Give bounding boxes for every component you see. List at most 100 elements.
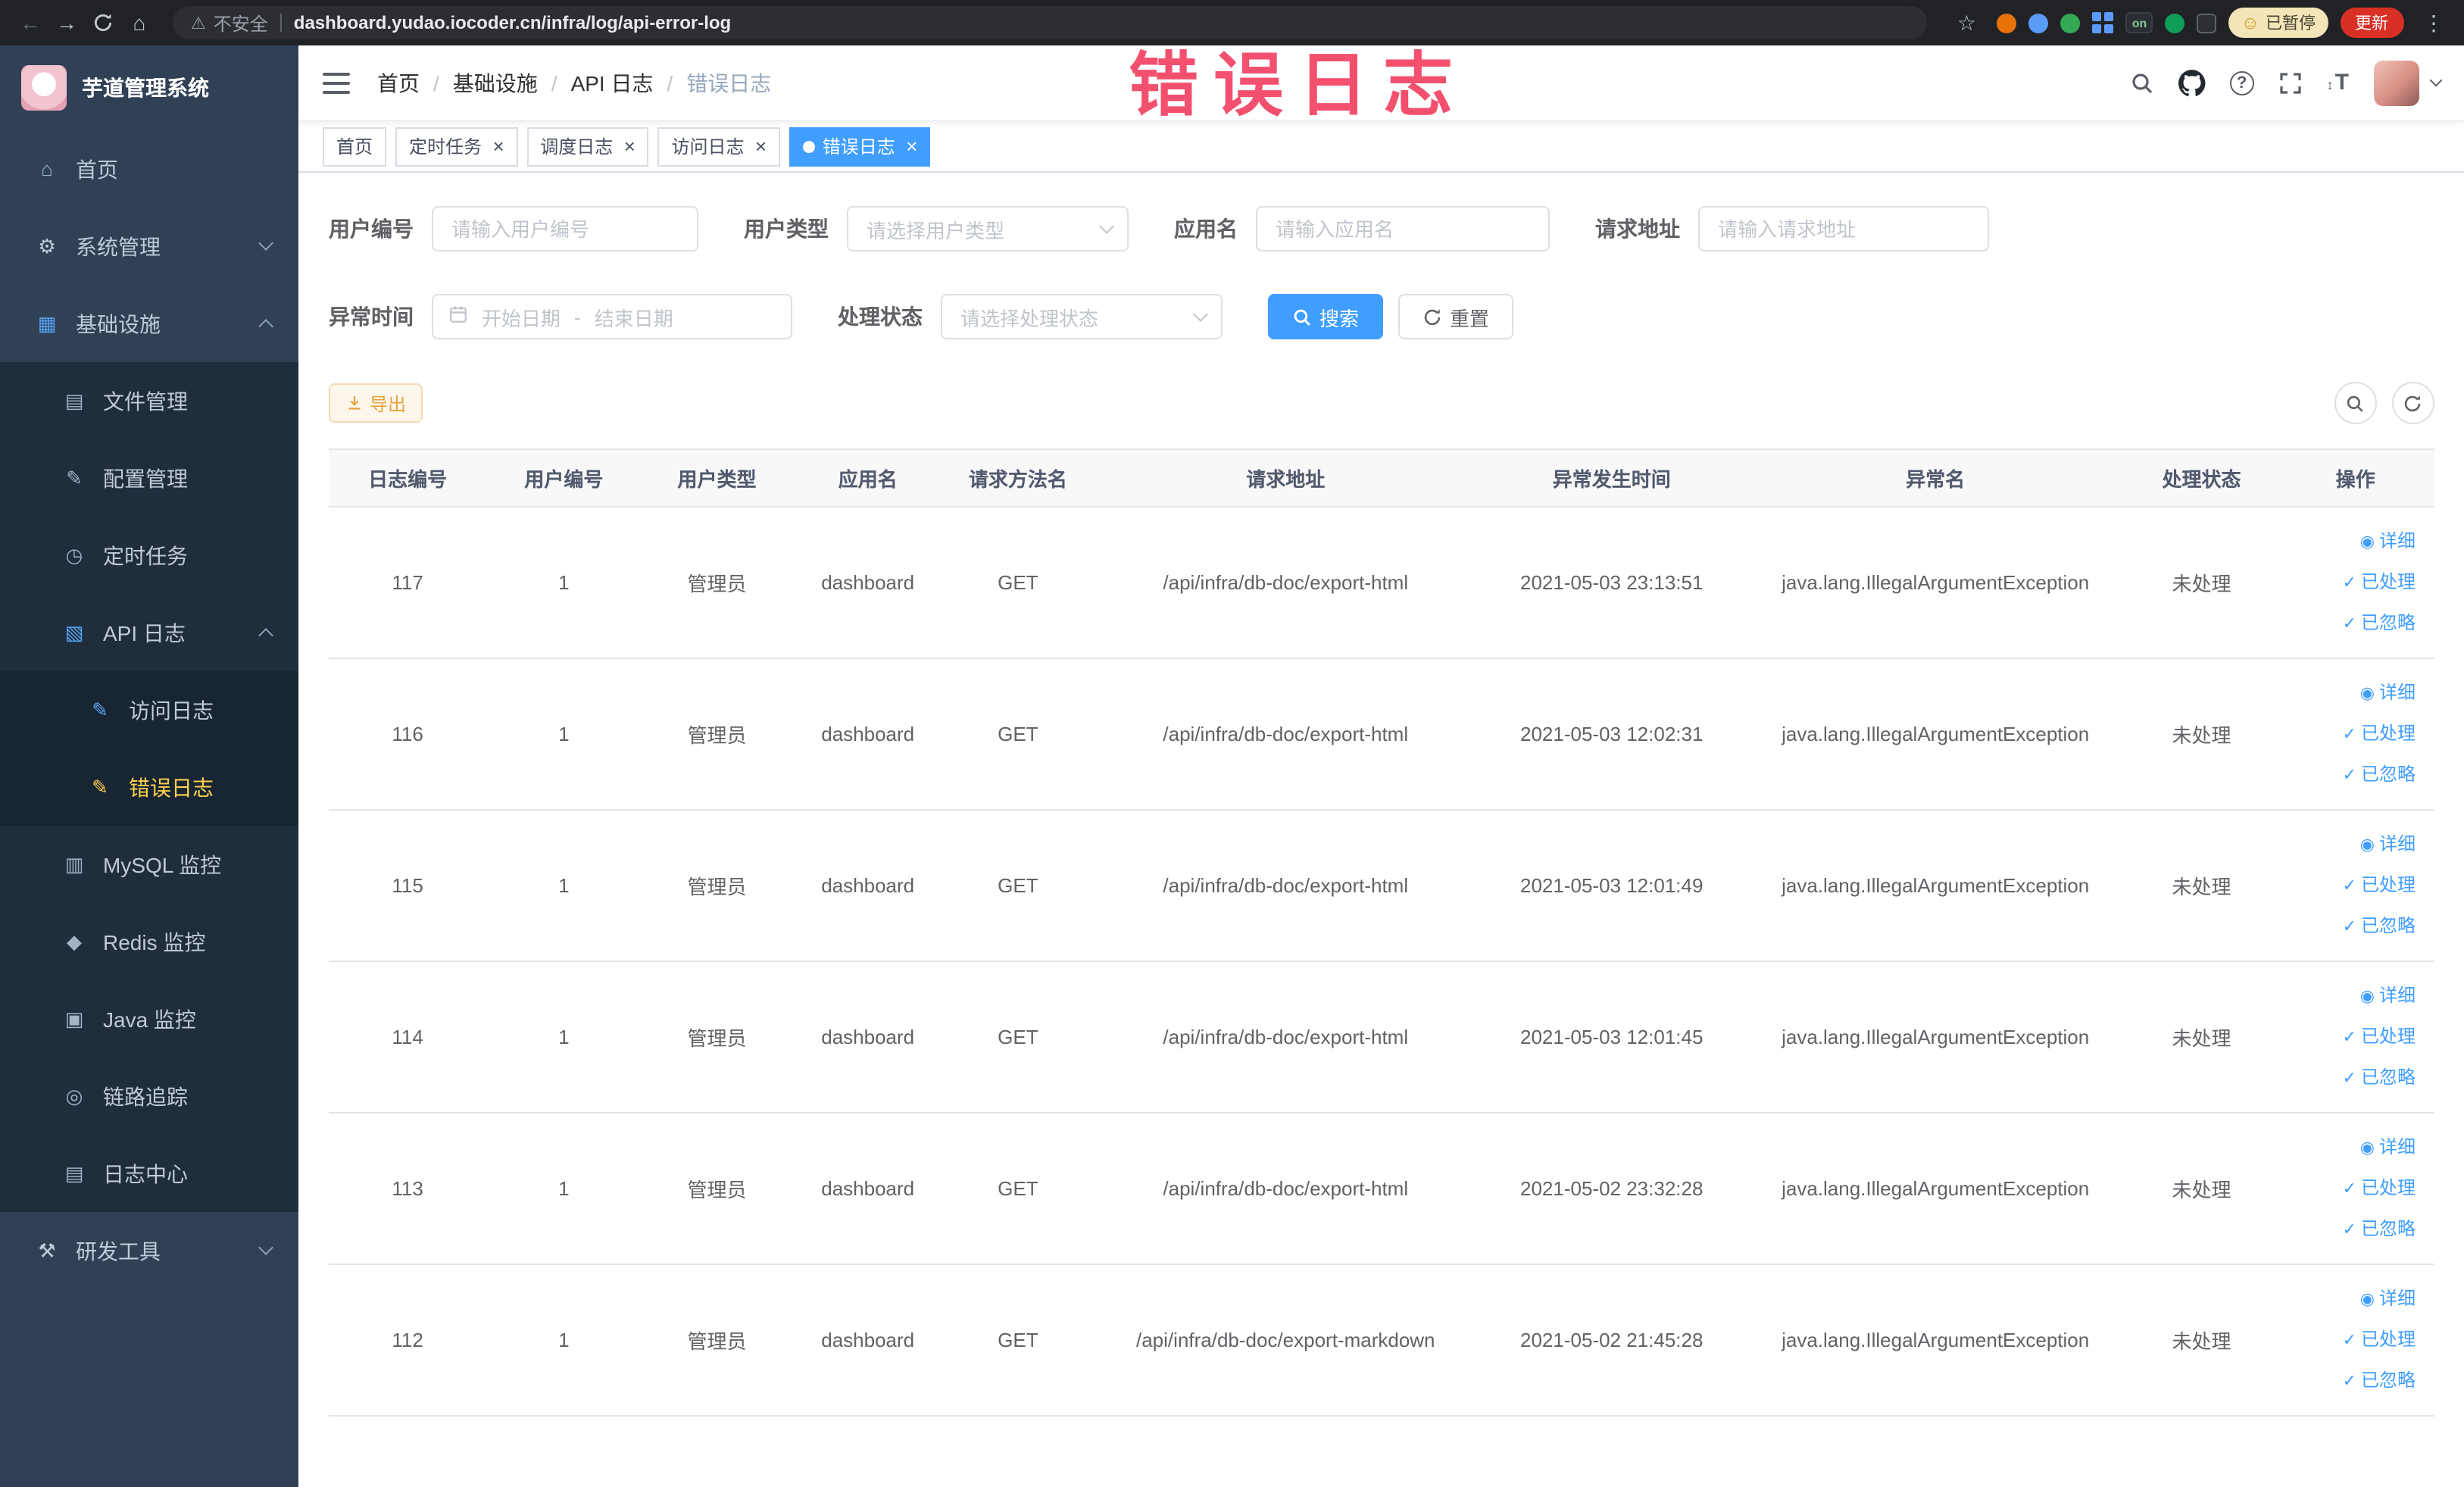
action-detail-link[interactable]: ◉ 详细 — [2287, 976, 2416, 1017]
eye-icon: ◉ — [2359, 836, 2375, 854]
toggle-search-button[interactable] — [2334, 382, 2376, 424]
bookmark-star-icon[interactable]: ☆ — [1948, 5, 1985, 41]
breadcrumb-item[interactable]: API 日志 — [571, 67, 654, 98]
search-button[interactable]: 搜索 — [1268, 294, 1384, 339]
tab-调度日志[interactable]: 调度日志 × — [526, 127, 649, 166]
action-detail-link[interactable]: ◉ 详细 — [2287, 521, 2416, 562]
close-icon[interactable]: × — [755, 136, 767, 156]
sidebar-item-api-logs[interactable]: ▧ API 日志 — [0, 594, 298, 671]
extension-icon-2[interactable] — [2028, 13, 2049, 33]
tab-错误日志[interactable]: 错误日志 × — [789, 127, 931, 166]
action-detail-link[interactable]: ◉ 详细 — [2287, 824, 2416, 865]
tab-定时任务[interactable]: 定时任务 × — [395, 127, 518, 166]
breadcrumb-item[interactable]: 基础设施 — [453, 67, 538, 98]
close-icon[interactable]: × — [492, 136, 504, 156]
tab-访问日志[interactable]: 访问日志 × — [657, 127, 780, 166]
sidebar-item-system-mgmt[interactable]: ⚙ 系统管理 — [0, 208, 298, 285]
sidebar-item-label: API 日志 — [103, 620, 186, 645]
extension-icon-1[interactable] — [1997, 13, 2017, 33]
back-icon[interactable]: ← — [12, 5, 48, 41]
action-ignored-link[interactable]: ✓ 已忽略 — [2287, 1057, 2416, 1098]
action-processed-link[interactable]: ✓ 已处理 — [2287, 562, 2416, 603]
user-id-input[interactable] — [432, 206, 698, 251]
paused-label: 已暂停 — [2266, 15, 2316, 33]
extension-icon-4[interactable] — [2092, 12, 2114, 33]
refresh-button[interactable] — [2391, 382, 2434, 424]
address-bar[interactable]: ⚠ 不安全 dashboard.yudao.iocoder.cn/infra/l… — [173, 6, 1928, 39]
check-icon: ✓ — [2342, 1180, 2356, 1198]
table-cell: 116 — [329, 658, 487, 811]
process-status-select[interactable]: 请选择处理状态 — [941, 294, 1223, 339]
sidebar-item-label: 首页 — [76, 157, 118, 181]
sidebar-item-java-monitor[interactable]: ▣ Java 监控 — [0, 980, 298, 1057]
close-icon[interactable]: × — [623, 136, 635, 156]
sidebar-item-infrastructure[interactable]: ▦ 基础设施 — [0, 285, 298, 362]
app-name-input[interactable] — [1256, 206, 1550, 251]
table-cell: 管理员 — [641, 507, 793, 659]
kebab-menu-icon[interactable]: ⋮ — [2416, 5, 2452, 41]
filter-label-request-url: 请求地址 — [1595, 217, 1680, 241]
action-detail-link[interactable]: ◉ 详细 — [2287, 1127, 2416, 1168]
extension-icon-3[interactable] — [2060, 13, 2081, 33]
action-ignored-link[interactable]: ✓ 已忽略 — [2287, 1209, 2416, 1250]
forward-icon[interactable]: → — [48, 5, 85, 41]
extension-paused-badge[interactable]: ☺ 已暂停 — [2228, 8, 2328, 38]
fullscreen-icon[interactable] — [2278, 70, 2303, 95]
action-processed-link[interactable]: ✓ 已处理 — [2287, 865, 2416, 906]
export-button[interactable]: 导出 — [329, 383, 423, 423]
table-cell: 管理员 — [641, 658, 793, 811]
tab-首页[interactable]: 首页 — [323, 127, 387, 166]
sidebar-item-redis-monitor[interactable]: ◆ Redis 监控 — [0, 903, 298, 980]
sidebar-item-log-center[interactable]: ▤ 日志中心 — [0, 1135, 298, 1212]
action-detail-link[interactable]: ◉ 详细 — [2287, 1279, 2416, 1320]
action-processed-link[interactable]: ✓ 已处理 — [2287, 1320, 2416, 1360]
sidebar-item-access-log[interactable]: ✎ 访问日志 — [0, 671, 298, 748]
filter-row-1: 用户编号 用户类型 请选择用户类型 应用名 — [329, 206, 2434, 251]
sidebar-item-label: 研发工具 — [76, 1239, 161, 1263]
action-processed-link[interactable]: ✓ 已处理 — [2287, 714, 2416, 754]
avatar[interactable] — [2373, 60, 2419, 105]
reload-icon[interactable] — [85, 5, 121, 41]
sidebar-item-dev-tools[interactable]: ⚒ 研发工具 — [0, 1212, 298, 1289]
close-icon[interactable]: × — [906, 136, 917, 156]
sidebar-item-scheduled-jobs[interactable]: ◷ 定时任务 — [0, 517, 298, 594]
reset-button[interactable]: 重置 — [1398, 294, 1514, 339]
action-processed-link[interactable]: ✓ 已处理 — [2287, 1168, 2416, 1209]
extension-icon-6[interactable] — [2165, 13, 2185, 33]
table-cell: 管理员 — [641, 1113, 793, 1265]
font-size-icon[interactable]: ↕ T — [2327, 70, 2349, 95]
request-url-input[interactable] — [1698, 206, 1989, 251]
sidebar-item-link-tracing[interactable]: ◎ 链路追踪 — [0, 1057, 298, 1135]
extension-icon-7[interactable] — [2197, 13, 2217, 33]
sidebar-item-config-mgmt[interactable]: ✎ 配置管理 — [0, 439, 298, 517]
infrastructure-icon: ▦ — [37, 311, 57, 334]
range-separator: - — [574, 305, 581, 328]
sidebar-item-mysql-monitor[interactable]: ▥ MySQL 监控 — [0, 826, 298, 903]
search-icon[interactable] — [2130, 70, 2154, 95]
action-ignored-link[interactable]: ✓ 已忽略 — [2287, 906, 2416, 947]
app-logo[interactable]: 芋道管理系统 — [0, 45, 298, 130]
sidebar-item-error-log[interactable]: ✎ 错误日志 — [0, 748, 298, 826]
user-type-select[interactable]: 请选择用户类型 — [847, 206, 1129, 251]
action-ignored-link[interactable]: ✓ 已忽略 — [2287, 754, 2416, 795]
action-processed-link[interactable]: ✓ 已处理 — [2287, 1017, 2416, 1057]
column-header: 应用名 — [792, 448, 943, 508]
browser-home-icon[interactable]: ⌂ — [121, 5, 158, 41]
hamburger-icon[interactable] — [323, 72, 350, 93]
chevron-down-icon[interactable] — [2428, 73, 2442, 87]
action-ignored-link[interactable]: ✓ 已忽略 — [2287, 603, 2416, 644]
github-icon[interactable] — [2178, 69, 2206, 96]
help-icon[interactable]: ? — [2229, 70, 2254, 95]
exception-time-range-picker[interactable]: 开始日期 - 结束日期 — [432, 294, 792, 339]
action-ignored-link[interactable]: ✓ 已忽略 — [2287, 1360, 2416, 1401]
breadcrumb-item[interactable]: 首页 — [377, 67, 420, 98]
start-date-placeholder: 开始日期 — [482, 307, 561, 330]
app-frame: 芋道管理系统 ⌂ 首页 ⚙ 系统管理 ▦ 基础设施 ▤ 文件管理 ✎ 配置管理 ◷ 定时任务 ▧ API … — [0, 45, 2464, 1487]
action-detail-link[interactable]: ◉ 详细 — [2287, 673, 2416, 714]
extension-icon-5[interactable]: on — [2125, 12, 2153, 33]
sidebar-item-file-mgmt[interactable]: ▤ 文件管理 — [0, 362, 298, 439]
check-icon: ✓ — [2342, 877, 2356, 895]
browser-update-button[interactable]: 更新 — [2340, 8, 2403, 38]
breadcrumb-separator: / — [551, 70, 557, 95]
sidebar-item-home[interactable]: ⌂ 首页 — [0, 130, 298, 208]
